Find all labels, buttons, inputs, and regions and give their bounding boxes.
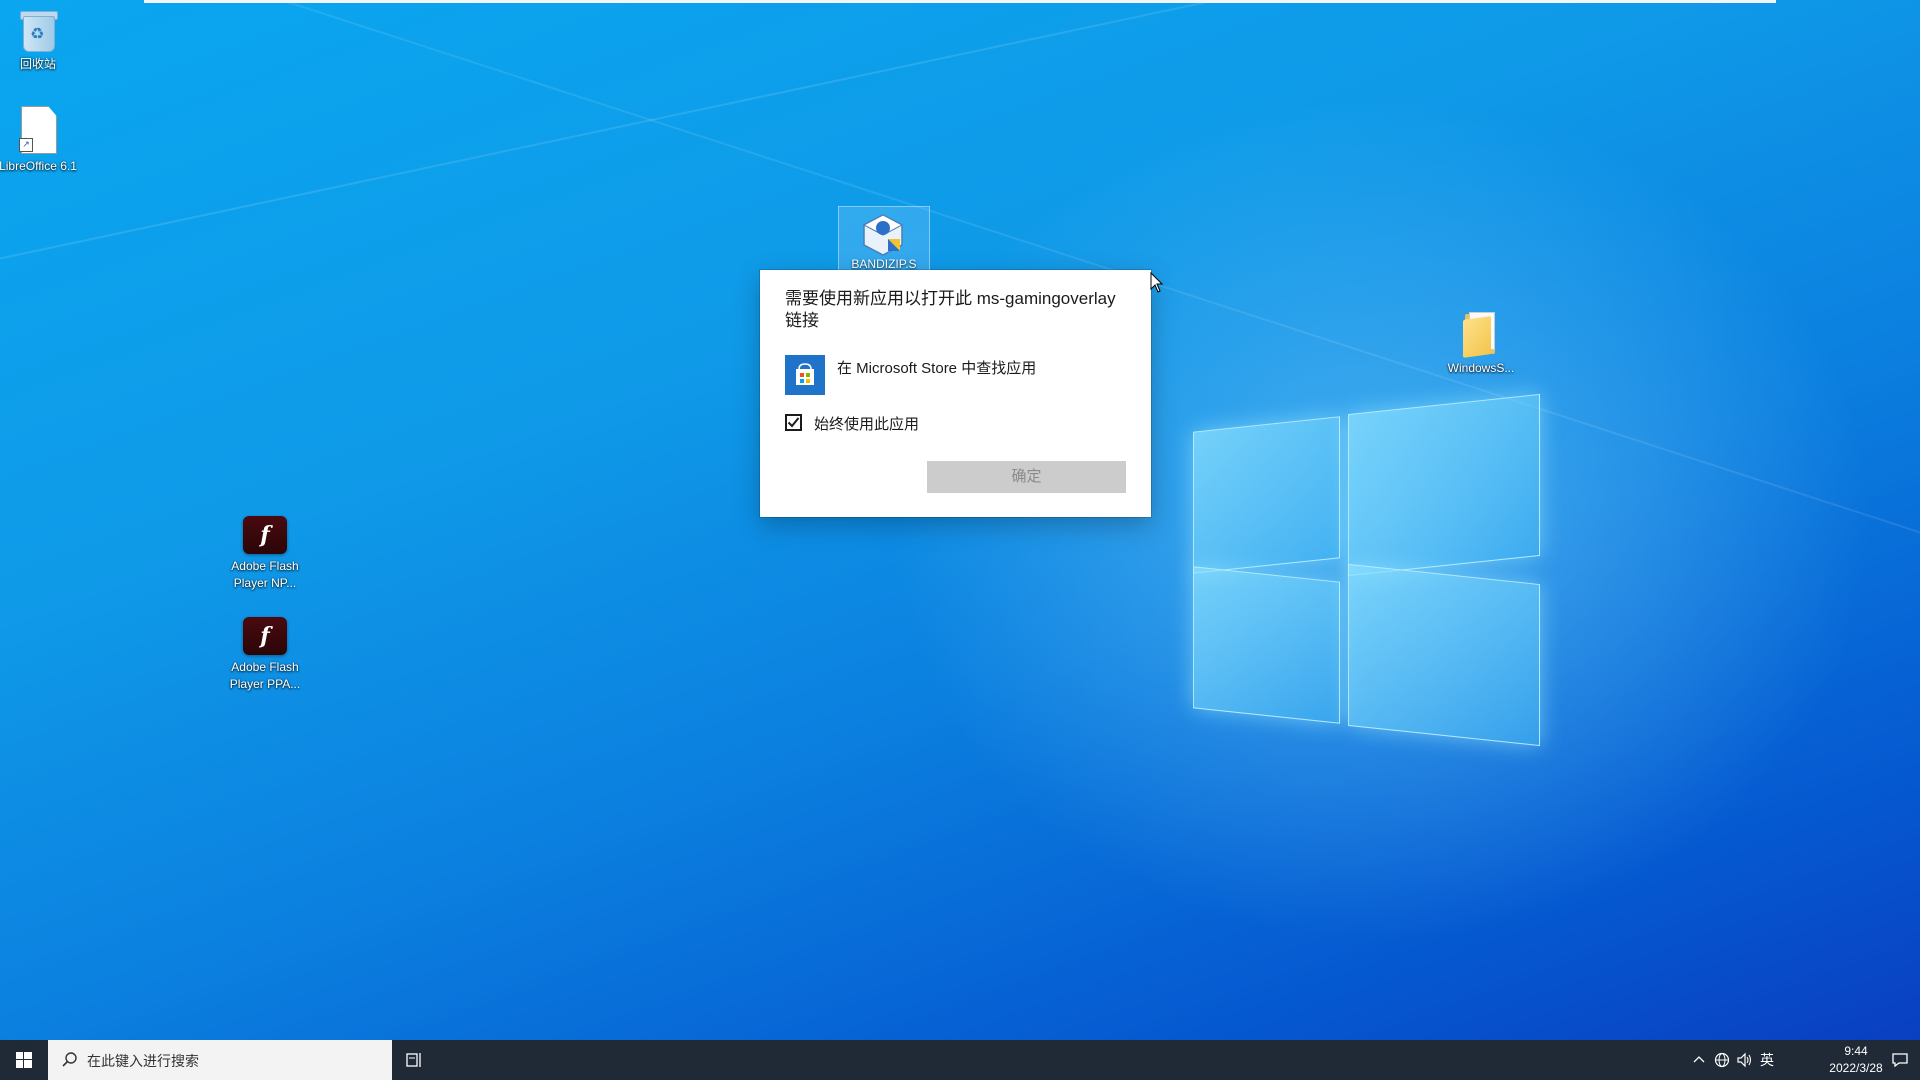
windows-logo-wallpaper (1193, 384, 1543, 747)
clock-date: 2022/3/28 (1829, 1061, 1883, 1075)
microsoft-store-option[interactable]: 在 Microsoft Store 中查找应用 (785, 355, 1125, 395)
clock[interactable]: 9:44 2022/3/28 (1821, 1043, 1891, 1077)
top-edge-line (144, 0, 1776, 3)
desktop-icon-label: LibreOffice 6.1 (0, 159, 77, 173)
system-tray: 英 9:44 2022/3/28 (1680, 1040, 1920, 1080)
desktop-icon-label: BANDIZIP.S (851, 257, 917, 271)
desktop-icon-adobe-flash-np[interactable]: f Adobe Flash Player NP... (222, 516, 308, 592)
chevron-up-icon[interactable] (1690, 1051, 1708, 1069)
desktop-icon-label: Adobe Flash Player NP... (231, 559, 299, 590)
ok-button[interactable]: 确定 (927, 461, 1126, 493)
desktop-icon-label: Adobe Flash Player PPA... (229, 660, 301, 691)
clock-time: 9:44 (1844, 1044, 1868, 1058)
folder-icon (1461, 312, 1501, 358)
desktop-icon-adobe-flash-ppa[interactable]: f Adobe Flash Player PPA... (222, 617, 308, 693)
adobe-flash-icon: f (243, 516, 287, 554)
open-with-dialog: 需要使用新应用以打开此 ms-gamingoverlay 链接 在 Micros… (760, 270, 1151, 517)
action-center-icon[interactable] (1890, 1050, 1910, 1070)
windows-start-icon (16, 1052, 32, 1068)
mouse-cursor-icon (1150, 272, 1164, 293)
desktop[interactable]: ♻ 回收站 ↗ LibreOffice 6.1 BANDIZIP.S Windo… (0, 0, 1920, 1040)
dialog-title: 需要使用新应用以打开此 ms-gamingoverlay 链接 (785, 289, 1116, 330)
start-button[interactable] (0, 1040, 48, 1080)
task-view-icon[interactable] (405, 1050, 425, 1070)
taskbar: 在此键入进行搜索 英 9:44 2022/3/28 (0, 1040, 1920, 1080)
microsoft-store-label: 在 Microsoft Store 中查找应用 (837, 360, 1037, 377)
always-use-row[interactable]: 始终使用此应用 (785, 413, 1085, 435)
volume-icon[interactable] (1736, 1051, 1754, 1069)
checkmark-icon (787, 417, 800, 428)
search-placeholder: 在此键入进行搜索 (87, 1053, 199, 1069)
adobe-flash-icon: f (243, 617, 287, 655)
always-use-checkbox[interactable] (785, 414, 802, 431)
desktop-icon-libreoffice[interactable]: ↗ LibreOffice 6.1 (0, 106, 81, 175)
always-use-label: 始终使用此应用 (814, 416, 920, 433)
wallpaper-light-beam (0, 0, 1920, 302)
input-method-indicator[interactable]: 英 (1758, 1051, 1776, 1069)
search-icon (62, 1052, 77, 1067)
desktop-icon-label: WindowsS... (1447, 361, 1515, 375)
desktop-icon-recycle-bin[interactable]: ♻ 回收站 (0, 8, 81, 73)
desktop-icon-bandizip[interactable]: BANDIZIP.S (838, 206, 930, 274)
network-globe-icon[interactable] (1713, 1051, 1731, 1069)
desktop-icon-windows-folder[interactable]: WindowsS... (1438, 312, 1524, 377)
taskbar-search-box[interactable]: 在此键入进行搜索 (48, 1040, 392, 1080)
bandizip-setup-icon (858, 211, 908, 257)
libreoffice-shortcut-icon: ↗ (19, 106, 57, 154)
recycle-bin-icon: ♻ (19, 8, 58, 52)
desktop-icon-label: 回收站 (19, 57, 56, 71)
microsoft-store-icon (785, 355, 825, 395)
